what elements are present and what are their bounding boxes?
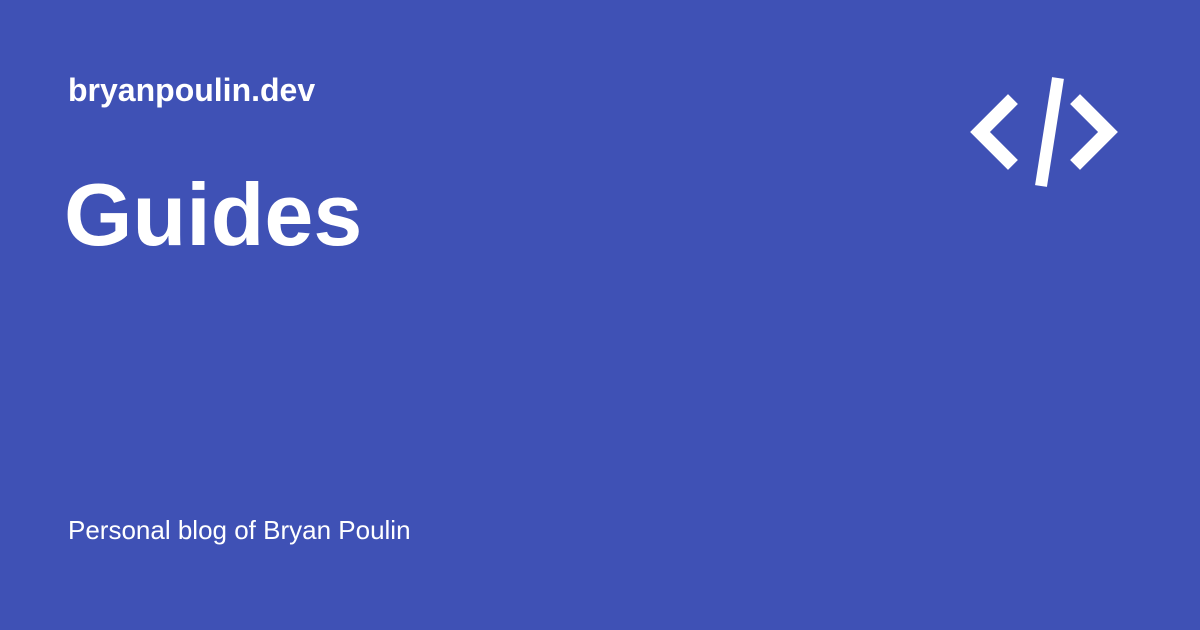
tagline: Personal blog of Bryan Poulin bbox=[68, 515, 411, 545]
page-title: Guides bbox=[64, 165, 363, 264]
slash-stroke bbox=[1035, 77, 1064, 187]
og-card: bryanpoulin.dev Guides Personal blog of … bbox=[0, 0, 1200, 630]
code-icon bbox=[970, 77, 1118, 187]
site-name: bryanpoulin.dev bbox=[68, 72, 316, 108]
right-angle-bracket bbox=[1070, 94, 1118, 170]
left-angle-bracket bbox=[970, 94, 1018, 170]
